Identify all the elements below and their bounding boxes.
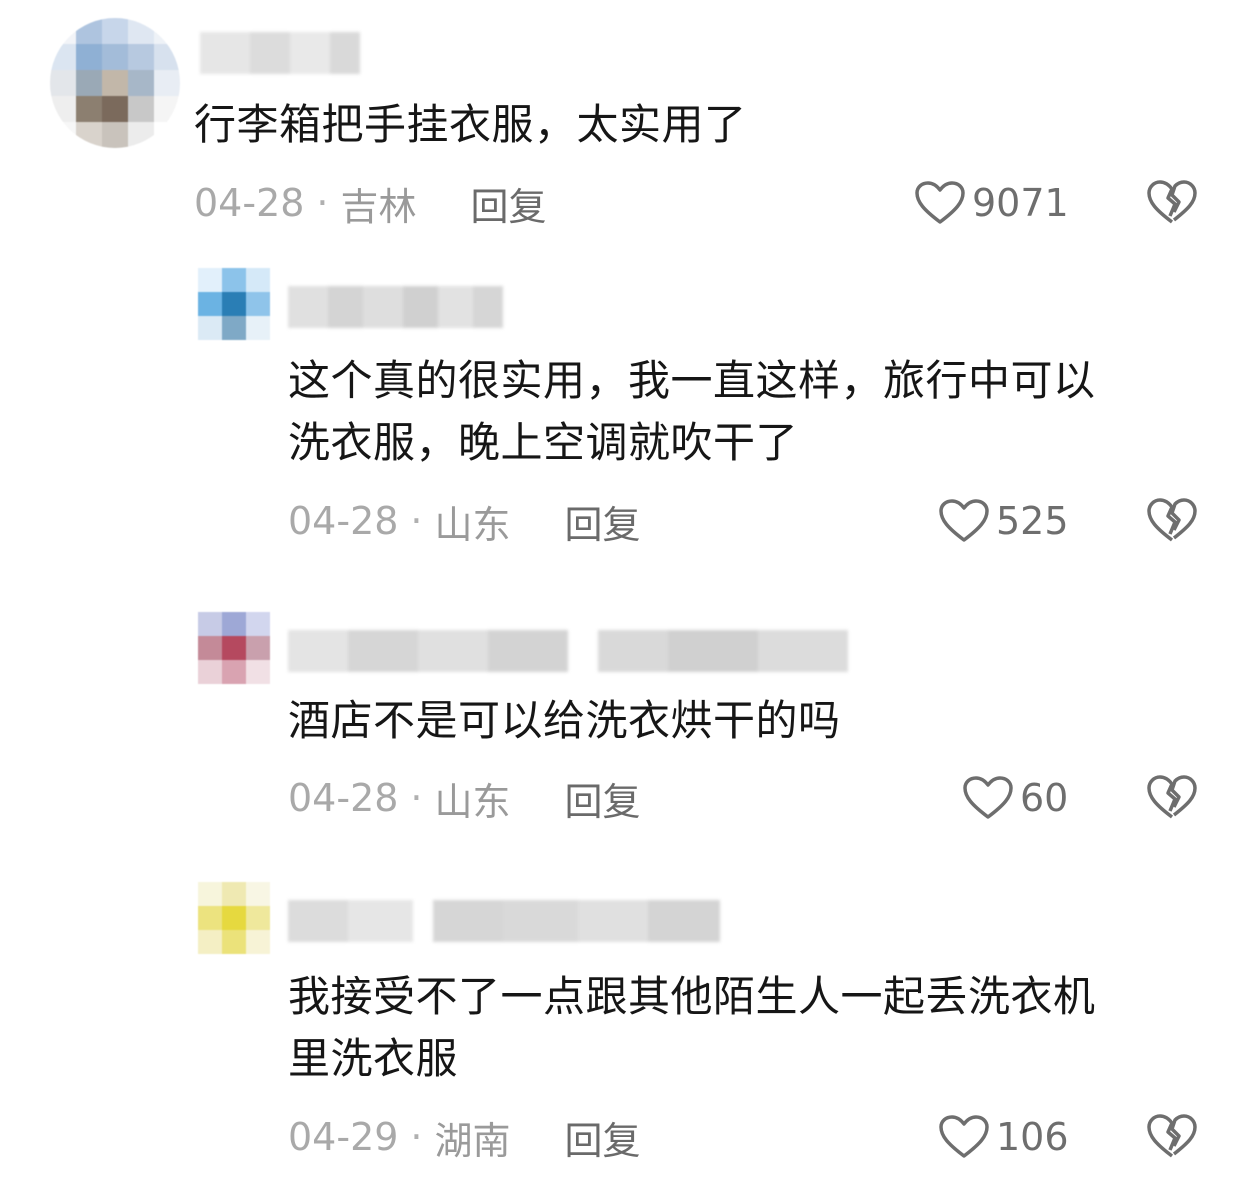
comment-text: 这个真的很实用，我一直这样，旅行中可以 洗衣服，晚上空调就吹干了 <box>288 356 1096 467</box>
meta-separator: · <box>410 499 423 543</box>
avatar[interactable] <box>50 18 180 148</box>
like-button[interactable]: 525 <box>938 496 1069 546</box>
broken-heart-icon[interactable] <box>1146 773 1198 821</box>
broken-heart-icon[interactable] <box>1146 178 1198 226</box>
like-count: 9071 <box>972 181 1069 225</box>
username-blurred[interactable] <box>288 286 503 328</box>
like-count: 106 <box>996 1115 1069 1159</box>
heart-icon <box>963 776 1013 819</box>
broken-heart-icon[interactable] <box>1146 496 1198 544</box>
comment-meta: 04-28 · 山东 回复 <box>288 771 641 826</box>
comment-date: 04-28 <box>288 776 399 820</box>
username-blurred[interactable] <box>288 630 848 672</box>
heart-icon <box>939 499 989 542</box>
like-count: 60 <box>1020 776 1069 820</box>
meta-separator: · <box>316 181 329 225</box>
reply-button[interactable]: 回复 <box>471 176 547 231</box>
username-blurred[interactable] <box>200 32 360 74</box>
avatar[interactable] <box>198 268 270 340</box>
comment-date: 04-28 <box>194 181 305 225</box>
comment-location: 吉林 <box>340 184 417 229</box>
comment-location: 湖南 <box>434 1118 511 1163</box>
reply-button[interactable]: 回复 <box>565 494 641 549</box>
avatar[interactable] <box>198 612 270 684</box>
comment-date: 04-29 <box>288 1115 399 1159</box>
broken-heart-icon[interactable] <box>1146 1112 1198 1160</box>
meta-separator: · <box>410 1115 423 1159</box>
comment-date: 04-28 <box>288 499 399 543</box>
username-blurred[interactable] <box>288 900 720 942</box>
comment-location: 山东 <box>434 779 511 824</box>
comment-text: 酒店不是可以给洗衣烘干的吗 <box>288 696 841 745</box>
avatar[interactable] <box>198 882 270 954</box>
comment-meta: 04-28 · 山东 回复 <box>288 494 641 549</box>
like-count: 525 <box>996 499 1069 543</box>
comment-location: 山东 <box>434 502 511 547</box>
heart-icon <box>939 1115 989 1158</box>
like-button[interactable]: 60 <box>962 773 1068 823</box>
comment-meta: 04-29 · 湖南 回复 <box>288 1110 641 1165</box>
comment-text: 行李箱把手挂衣服，太实用了 <box>194 100 747 149</box>
meta-separator: · <box>410 776 423 820</box>
reply-button[interactable]: 回复 <box>565 1110 641 1165</box>
like-button[interactable]: 106 <box>938 1112 1069 1162</box>
like-button[interactable]: 9071 <box>914 178 1069 228</box>
heart-icon <box>915 181 965 224</box>
comment-meta: 04-28 · 吉林 回复 <box>194 176 547 231</box>
comment-text: 我接受不了一点跟其他陌生人一起丢洗衣机 里洗衣服 <box>288 972 1096 1083</box>
reply-button[interactable]: 回复 <box>565 771 641 826</box>
